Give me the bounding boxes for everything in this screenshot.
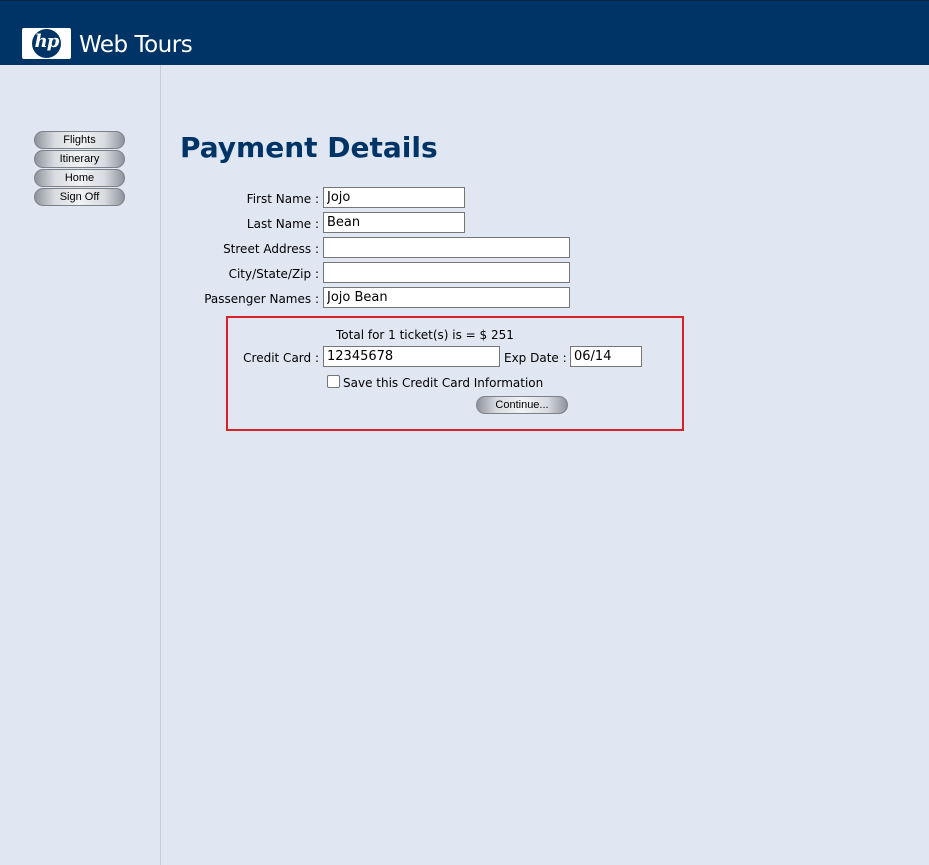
brand-title: Web Tours <box>79 32 193 58</box>
continue-button[interactable]: Continue... <box>476 396 568 414</box>
credit-card-input[interactable] <box>323 346 500 367</box>
nav-flights-button[interactable]: Flights <box>34 131 125 149</box>
nav-itinerary-button[interactable]: Itinerary <box>34 150 125 168</box>
passenger-names-label: Passenger Names : <box>204 292 319 306</box>
last-name-label: Last Name : <box>246 217 319 231</box>
nav-sign-off-button[interactable]: Sign Off <box>34 188 125 206</box>
last-name-input[interactable] <box>323 212 465 233</box>
first-name-input[interactable] <box>323 187 465 208</box>
city-state-zip-label: City/State/Zip : <box>228 267 319 281</box>
save-card-checkbox[interactable] <box>327 375 340 388</box>
exp-date-input[interactable] <box>570 346 642 367</box>
city-state-zip-input[interactable] <box>323 262 570 283</box>
exp-date-label: Exp Date : <box>504 351 567 365</box>
street-address-label: Street Address : <box>223 242 319 256</box>
hp-logo-text: hp <box>34 31 60 52</box>
header-bar: hp Web Tours <box>0 0 929 65</box>
hp-logo: hp <box>22 28 71 59</box>
total-text: Total for 1 ticket(s) is = $ 251 <box>336 328 514 342</box>
sidebar: Flights Itinerary Home Sign Off <box>0 65 161 865</box>
street-address-input[interactable] <box>323 237 570 258</box>
passenger-names-input[interactable] <box>323 287 570 308</box>
first-name-label: First Name : <box>246 192 319 206</box>
credit-card-label: Credit Card : <box>243 351 319 365</box>
page-title: Payment Details <box>180 131 438 164</box>
save-card-label: Save this Credit Card Information <box>343 376 544 390</box>
nav-home-button[interactable]: Home <box>34 169 125 187</box>
